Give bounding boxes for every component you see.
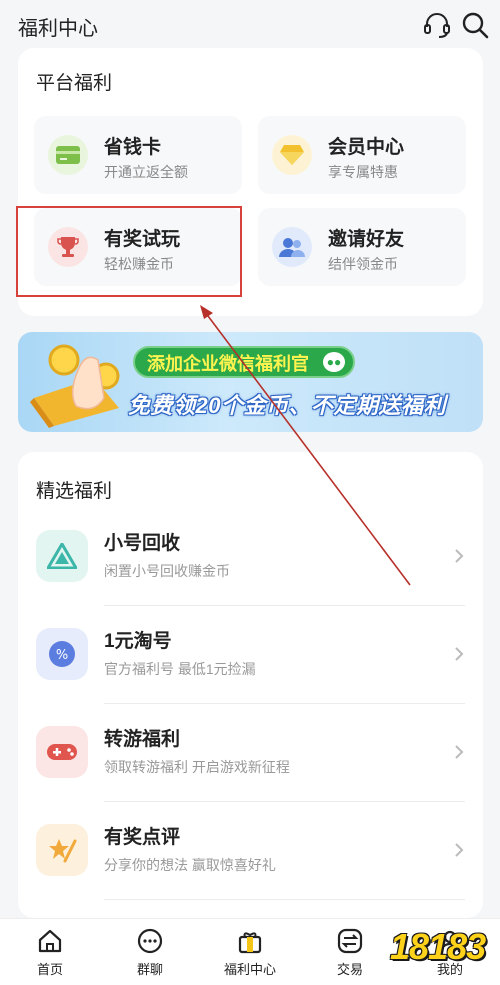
pen-star-icon [36, 824, 88, 876]
gift-icon [238, 932, 262, 954]
tile-subtitle: 享专属特惠 [328, 164, 398, 180]
wechat-banner[interactable]: 添加企业微信福利官 ●● 免费领20个金币、不定期送福利 [18, 332, 483, 432]
friends-icon [272, 227, 312, 267]
page-title: 福利中心 [18, 18, 98, 40]
tab-group-chat[interactable]: 群聊 [110, 927, 190, 978]
tile-title: 邀请好友 [328, 229, 405, 250]
chat-icon [137, 928, 163, 954]
tile-subtitle: 结伴领金币 [328, 256, 398, 272]
banner-line1: 添加企业微信福利官 [147, 354, 309, 374]
list-item-transfer-game-welfare[interactable]: 转游福利 领取转游福利 开启游戏新征程 [18, 704, 483, 802]
coin-hand-icon [30, 344, 120, 428]
chevron-right-icon [455, 843, 464, 857]
home-icon [38, 929, 62, 953]
list-item-account-recycle[interactable]: 小号回收 闲置小号回收赚金币 [18, 508, 483, 606]
tile-title: 会员中心 [328, 137, 405, 158]
watermark-text: 18183 [390, 926, 486, 967]
tab-home[interactable]: 首页 [10, 927, 90, 978]
gamepad-icon [36, 726, 88, 778]
list-item-reward-review[interactable]: 有奖点评 分享你的想法 赢取惊喜好礼 [18, 802, 483, 900]
tab-label: 首页 [36, 962, 63, 977]
divider [104, 899, 465, 900]
item-subtitle: 官方福利号 最低1元捡漏 [104, 661, 256, 677]
item-subtitle: 分享你的想法 赢取惊喜好礼 [104, 857, 276, 873]
exchange-icon [337, 928, 363, 954]
card-icon [48, 135, 88, 175]
chevron-right-icon [455, 647, 464, 661]
tab-trade[interactable]: 交易 [310, 927, 390, 978]
tab-label: 群聊 [136, 962, 163, 977]
chevron-right-icon [455, 745, 464, 759]
tile-money-saving-card[interactable]: 省钱卡 开通立返全额 [34, 116, 242, 194]
item-subtitle: 领取转游福利 开启游戏新征程 [104, 759, 290, 775]
tile-subtitle: 开通立返全额 [104, 164, 188, 180]
watermark-logo: 18183 [386, 918, 496, 980]
banner-headline: 免费领20个金币、不定期送福利 [128, 393, 446, 418]
recycle-icon [36, 530, 88, 582]
section-title-featured: 精选福利 [36, 481, 113, 502]
top-bar: 福利中心 [0, 0, 500, 52]
item-title: 转游福利 [104, 729, 181, 750]
item-subtitle: 闲置小号回收赚金币 [104, 563, 230, 579]
item-title: 小号回收 [104, 533, 181, 554]
search-icon[interactable] [460, 10, 490, 40]
highlight-box [16, 206, 242, 297]
chevron-right-icon [455, 549, 464, 563]
section-title-platform: 平台福利 [36, 73, 113, 94]
tab-label: 福利中心 [223, 962, 276, 977]
item-title: 1元淘号 [104, 631, 172, 652]
headset-icon[interactable] [422, 10, 452, 40]
item-title: 有奖点评 [104, 827, 181, 848]
tab-welfare-center[interactable]: 福利中心 [210, 927, 290, 978]
tab-label: 交易 [336, 962, 363, 977]
percent-badge-icon: % [36, 628, 88, 680]
tile-title: 省钱卡 [104, 137, 162, 158]
svg-text:%: % [56, 648, 68, 663]
tile-member-center[interactable]: 会员中心 享专属特惠 [258, 116, 466, 194]
wechat-icon: ●● [323, 352, 345, 372]
tile-invite-friends[interactable]: 邀请好友 结伴领金币 [258, 208, 466, 286]
banner-pill: 添加企业微信福利官 ●● [133, 346, 355, 378]
list-item-one-yuan-account[interactable]: % 1元淘号 官方福利号 最低1元捡漏 [18, 606, 483, 704]
diamond-icon [272, 135, 312, 175]
